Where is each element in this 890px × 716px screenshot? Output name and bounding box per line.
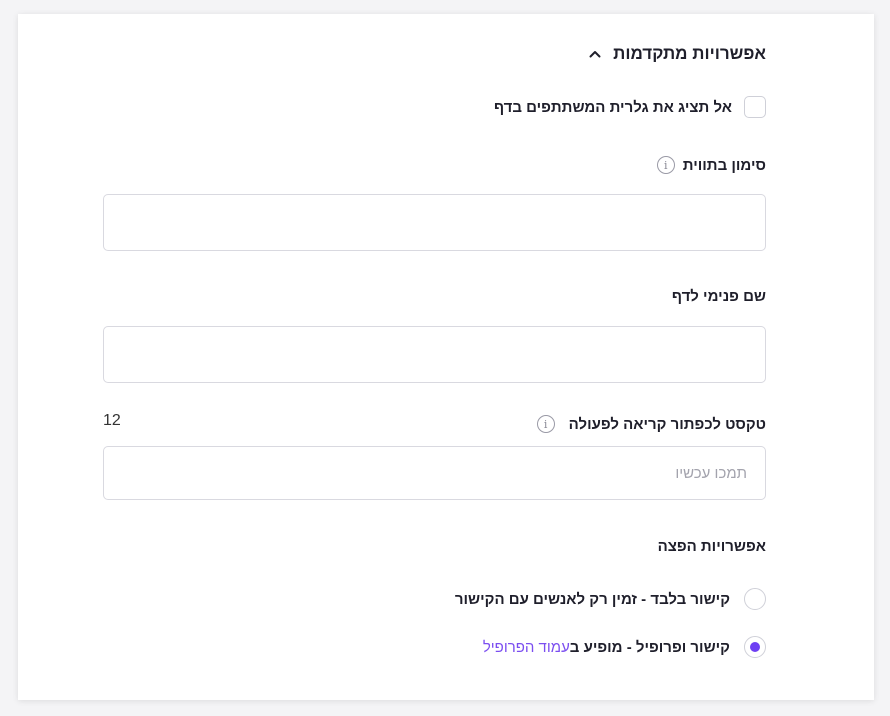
info-icon[interactable]: i: [536, 415, 555, 433]
radio-link-profile[interactable]: [744, 636, 766, 658]
cta-text-input[interactable]: [103, 446, 766, 500]
label-field-label: סימון בתווית: [682, 156, 766, 174]
option-link-profile-label: קישור ופרופיל - מופיע בעמוד הפרופיל: [483, 639, 730, 656]
label-input[interactable]: [103, 194, 766, 251]
option-link-profile-prefix: קישור ופרופיל - מופיע ב: [569, 638, 730, 656]
hide-gallery-label: אל תציג את גלרית המשתתפים בדף: [493, 98, 732, 116]
radio-selected-dot: [750, 642, 760, 652]
chevron-up-icon: [589, 51, 601, 58]
internal-name-label: שם פנימי לדף: [671, 287, 766, 305]
hide-gallery-option[interactable]: אל תציג את גלרית המשתתפים בדף: [494, 94, 766, 120]
internal-name-input[interactable]: [103, 326, 766, 383]
info-icon[interactable]: i: [656, 156, 675, 174]
advanced-options-panel: אפשרויות מתקדמות אל תציג את גלרית המשתתפ…: [18, 14, 874, 700]
internal-name-label-row: שם פנימי לדף: [672, 285, 766, 307]
radio-link-only[interactable]: [744, 588, 766, 610]
label-field-label-row: סימון בתווית i: [656, 154, 766, 176]
cta-label-row: טקסט לכפתור קריאה לפעולה i: [536, 413, 766, 435]
advanced-options-toggle[interactable]: אפשרויות מתקדמות: [587, 40, 766, 68]
distribution-option-link-profile[interactable]: קישור ופרופיל - מופיע בעמוד הפרופיל: [483, 634, 766, 660]
cta-char-counter: 12: [103, 412, 121, 429]
section-title: אפשרויות מתקדמות: [613, 44, 766, 63]
distribution-title-row: אפשרויות הפצה: [658, 535, 766, 557]
profile-page-link[interactable]: עמוד הפרופיל: [483, 639, 570, 656]
option-link-only-label: קישור בלבד - זמין רק לאנשים עם הקישור: [454, 590, 730, 608]
distribution-option-link-only[interactable]: קישור בלבד - זמין רק לאנשים עם הקישור: [455, 586, 766, 612]
hide-gallery-checkbox[interactable]: [744, 96, 766, 118]
distribution-title: אפשרויות הפצה: [657, 537, 766, 555]
cta-field-label: טקסט לכפתור קריאה לפעולה: [568, 415, 766, 433]
